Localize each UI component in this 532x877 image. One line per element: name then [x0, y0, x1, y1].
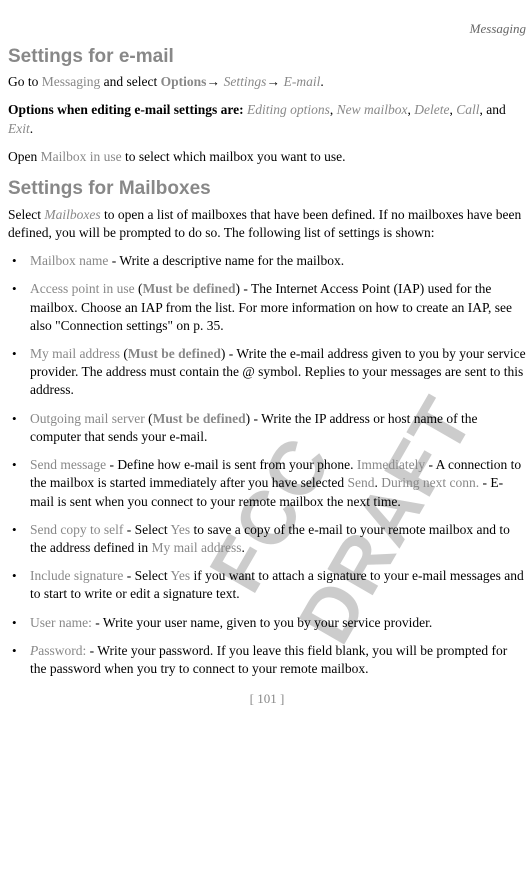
- list-item: Outgoing mail server (Must be defined) -…: [8, 410, 526, 446]
- list-item: User name: - Write your user name, given…: [8, 614, 526, 632]
- header-section: Messaging: [8, 20, 526, 38]
- para-options-when: Options when editing e-mail settings are…: [8, 101, 526, 137]
- page-number: [ 101 ]: [8, 690, 526, 708]
- para-mailbox-intro: Select Mailboxes to open a list of mailb…: [8, 206, 526, 242]
- settings-list: Mailbox name - Write a descriptive name …: [8, 252, 526, 678]
- list-item: Include signature - Select Yes if you wa…: [8, 567, 526, 603]
- list-item: Password: - Write your password. If you …: [8, 642, 526, 678]
- para-open-mailbox: Open Mailbox in use to select which mail…: [8, 148, 526, 166]
- para-goto: Go to Messaging and select Options→ Sett…: [8, 73, 526, 91]
- heading-mailbox-settings: Settings for Mailboxes: [8, 176, 526, 202]
- list-item: My mail address (Must be defined) - Writ…: [8, 345, 526, 400]
- list-item: Access point in use (Must be defined) - …: [8, 280, 526, 335]
- list-item: Send copy to self - Select Yes to save a…: [8, 521, 526, 557]
- list-item: Mailbox name - Write a descriptive name …: [8, 252, 526, 270]
- list-item: Send message - Define how e-mail is sent…: [8, 456, 526, 511]
- heading-email-settings: Settings for e-mail: [8, 44, 526, 70]
